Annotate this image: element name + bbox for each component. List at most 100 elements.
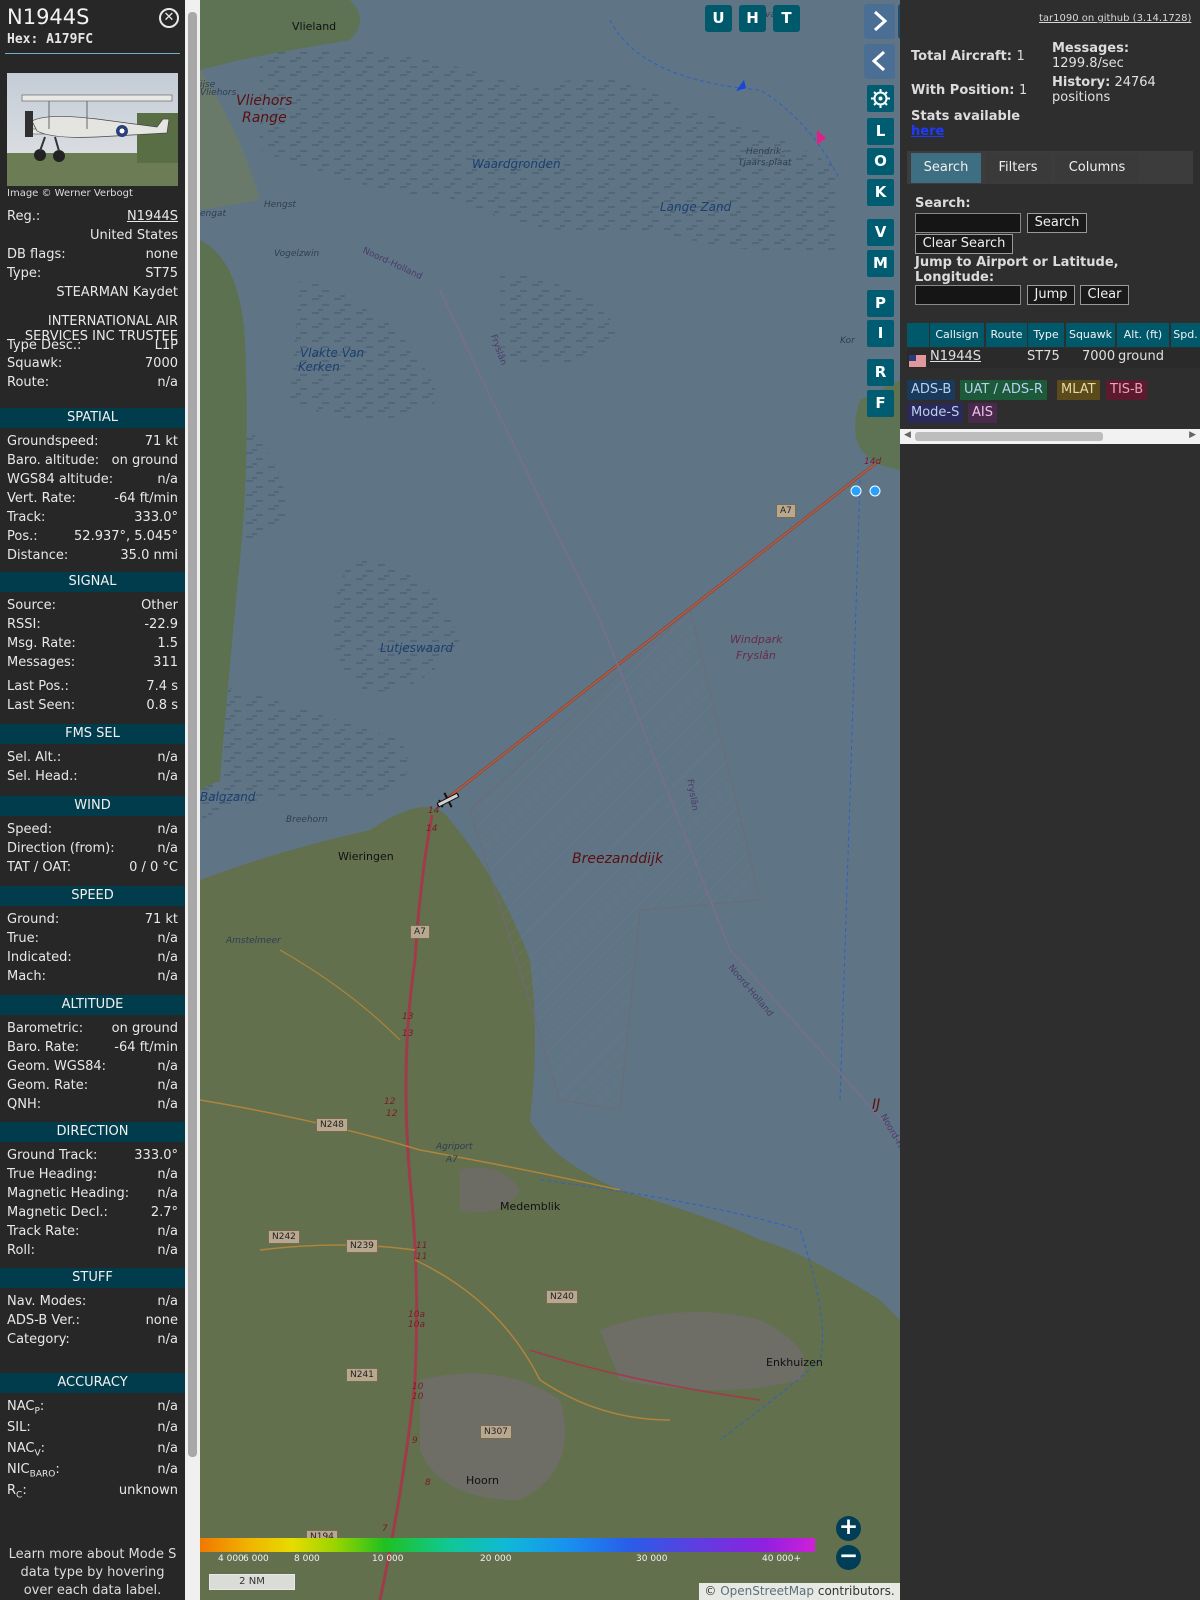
zoom-in-button[interactable]: +	[836, 1516, 861, 1541]
table-header-alt-ft-[interactable]: Alt. (ft)	[1117, 323, 1169, 347]
close-icon[interactable]: ✕	[159, 8, 179, 28]
map-button-l[interactable]: L	[867, 118, 894, 145]
clear-button[interactable]: Clear	[1080, 285, 1129, 305]
data-label[interactable]: NACV:	[7, 1441, 45, 1459]
data-label[interactable]: Source:	[7, 598, 56, 613]
data-label[interactable]: QNH:	[7, 1097, 41, 1112]
data-label[interactable]: Messages:	[7, 655, 75, 670]
data-label[interactable]: TAT / OAT:	[7, 860, 71, 875]
data-label[interactable]: Indicated:	[7, 950, 72, 965]
data-label[interactable]: Distance:	[7, 548, 68, 563]
data-label[interactable]: Last Seen:	[7, 698, 75, 713]
data-label[interactable]: ADS-B Ver.:	[7, 1313, 80, 1328]
settings-gear-icon[interactable]	[867, 85, 894, 112]
data-label[interactable]: Last Pos.:	[7, 679, 69, 694]
data-label[interactable]: Direction (from):	[7, 841, 115, 856]
map-view[interactable]: Vlieland Vliehors Vliehors Range Waardgronde…	[200, 0, 900, 1600]
data-label[interactable]: Geom. WGS84:	[7, 1059, 106, 1074]
data-label[interactable]: Track Rate:	[7, 1224, 79, 1239]
data-label[interactable]: RC:	[7, 1483, 27, 1501]
data-label[interactable]: True Heading:	[7, 1167, 97, 1182]
table-header-type[interactable]: Type	[1028, 323, 1064, 347]
back-icon[interactable]	[864, 44, 895, 79]
data-label[interactable]: Nav. Modes:	[7, 1294, 86, 1309]
map-button-u[interactable]: U	[705, 5, 732, 32]
data-label[interactable]: Groundspeed:	[7, 434, 98, 449]
source-legend-chip[interactable]: MLAT	[1057, 380, 1100, 400]
data-value: n/a	[157, 950, 178, 965]
data-label[interactable]: Barometric:	[7, 1021, 83, 1036]
osm-link[interactable]: OpenStreetMap	[720, 1584, 814, 1598]
data-label[interactable]: Vert. Rate:	[7, 491, 76, 506]
left-panel-scrollbar[interactable]	[185, 0, 200, 1600]
scrollbar-thumb[interactable]	[188, 12, 197, 1457]
data-label[interactable]: RSSI:	[7, 617, 41, 632]
data-label[interactable]: Category:	[7, 1332, 70, 1347]
row-callsign[interactable]: N1944S	[930, 349, 981, 364]
scrollbar-thumb[interactable]	[915, 432, 1103, 441]
map-button-o[interactable]: O	[867, 148, 894, 175]
jump-input[interactable]	[915, 285, 1021, 305]
data-label[interactable]: Sel. Alt.:	[7, 750, 61, 765]
scroll-right-icon[interactable]: ▶	[1189, 430, 1196, 440]
clear-search-button[interactable]: Clear Search	[915, 234, 1013, 254]
zoom-out-button[interactable]: −	[836, 1545, 861, 1570]
tab-search[interactable]: Search	[911, 153, 981, 183]
search-button[interactable]: Search	[1027, 213, 1087, 233]
map-button-m[interactable]: M	[867, 250, 894, 277]
map-button-h[interactable]: H	[739, 5, 766, 32]
data-label[interactable]: NACP:	[7, 1399, 44, 1417]
map-button-f[interactable]: F	[867, 390, 894, 417]
stats-link[interactable]: here	[911, 124, 944, 139]
data-value: 0.8 s	[146, 698, 178, 713]
data-value: n/a	[157, 969, 178, 984]
data-label[interactable]: Magnetic Heading:	[7, 1186, 129, 1201]
map-button-i[interactable]: I	[867, 320, 894, 347]
source-legend-chip[interactable]: TIS-B	[1106, 380, 1148, 400]
table-header-route[interactable]: Route	[986, 323, 1027, 347]
table-header-flag[interactable]	[907, 323, 929, 347]
data-label[interactable]: Msg. Rate:	[7, 636, 76, 651]
map-button-k[interactable]: K	[867, 179, 894, 206]
map-button-r[interactable]: R	[867, 359, 894, 386]
map-button-t[interactable]: T	[773, 5, 800, 32]
map-label: 10a	[408, 1310, 425, 1320]
table-horizontal-scrollbar[interactable]: ◀ ▶	[900, 429, 1200, 444]
aircraft-photo[interactable]	[7, 73, 178, 186]
data-label[interactable]: Magnetic Decl.:	[7, 1205, 108, 1220]
map-button-v[interactable]: V	[867, 219, 894, 246]
source-legend-chip[interactable]: AIS	[968, 403, 997, 423]
source-legend-chip[interactable]: Mode-S	[907, 403, 964, 423]
tab-columns[interactable]: Columns	[1055, 153, 1139, 183]
data-label[interactable]: True:	[7, 931, 39, 946]
data-label[interactable]: Geom. Rate:	[7, 1078, 88, 1093]
data-label[interactable]: Speed:	[7, 822, 52, 837]
messages-value: 1299.8/sec	[1052, 56, 1124, 71]
table-header-squawk[interactable]: Squawk	[1066, 323, 1115, 347]
tab-filters[interactable]: Filters	[985, 153, 1051, 183]
jump-button[interactable]: Jump	[1027, 285, 1075, 305]
data-label[interactable]: WGS84 altitude:	[7, 472, 113, 487]
data-label[interactable]: Baro. Rate:	[7, 1040, 79, 1055]
source-legend-chip[interactable]: ADS-B	[907, 380, 956, 400]
table-header-spd-[interactable]: Spd.	[1171, 323, 1200, 347]
data-label[interactable]: SIL:	[7, 1420, 31, 1435]
data-label[interactable]: Baro. altitude:	[7, 453, 99, 468]
table-header-callsign[interactable]: Callsign	[930, 323, 984, 347]
map-button-p[interactable]: P	[867, 290, 894, 317]
data-label[interactable]: Track:	[7, 510, 45, 525]
data-label[interactable]: Mach:	[7, 969, 46, 984]
data-label[interactable]: NICBARO:	[7, 1462, 60, 1480]
data-label[interactable]: Ground:	[7, 912, 59, 927]
table-row[interactable]: N1944S ST75 7000 ground	[907, 348, 1200, 368]
source-legend-chip[interactable]: UAT / ADS-R	[960, 380, 1047, 400]
data-label[interactable]: Roll:	[7, 1243, 35, 1258]
detail-value[interactable]: N1944S	[127, 209, 178, 224]
data-label[interactable]: Ground Track:	[7, 1148, 97, 1163]
data-label[interactable]: Pos.:	[7, 529, 38, 544]
search-input[interactable]	[915, 213, 1021, 233]
scroll-left-icon[interactable]: ◀	[904, 430, 911, 440]
data-label[interactable]: Sel. Head.:	[7, 769, 78, 784]
github-link[interactable]: tar1090 on github (3.14.1728)	[1039, 13, 1191, 24]
forward-icon[interactable]	[864, 4, 895, 39]
